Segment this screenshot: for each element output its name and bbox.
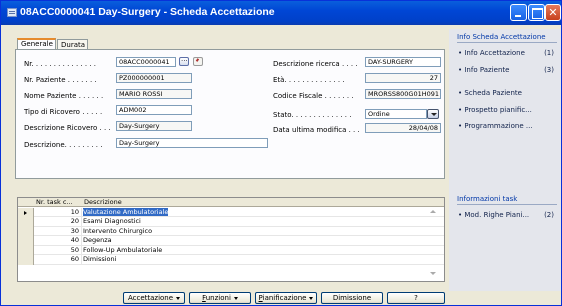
info-panel: Info Scheda Accettazione • Info Accettaz… (449, 29, 561, 291)
header-descrizione[interactable]: Descrizione (84, 198, 122, 207)
stato-label: Stato. . . . . . . . . . . . . . (273, 111, 352, 119)
table-row[interactable]: 20 Esami Diagnostici (18, 217, 444, 227)
maximize-button[interactable] (528, 4, 545, 21)
help-button[interactable]: ? (387, 292, 445, 304)
descrizione-ricovero-field[interactable]: Day-Surgery (116, 121, 192, 131)
info-scheda-divider (457, 42, 557, 43)
main-window: 08ACC0000041 Day-Surgery - Scheda Accett… (0, 0, 562, 306)
window-title: 08ACC0000041 Day-Surgery - Scheda Accett… (20, 6, 275, 18)
prospetto-pianificazione-label: • Prospetto pianific... (458, 106, 532, 114)
tipo-ricovero-label: Tipo di Ricovero . . . . . (24, 108, 103, 116)
nr-paziente-label: Nr. Paziente . . . . . . . (24, 76, 97, 84)
close-button[interactable]: ✕ (545, 4, 561, 21)
table-row[interactable]: 60 Dimissioni (18, 255, 444, 265)
info-accettazione-label: • Info Accettazione (458, 49, 525, 57)
info-paziente-count: (3) (544, 66, 554, 74)
grid-header: Nr. task c... Descrizione (18, 198, 444, 207)
nr-label: Nr. . . . . . . . . . . . . . . (24, 60, 96, 68)
chevron-down-icon (309, 296, 314, 300)
row-nr: 60 (34, 255, 82, 265)
info-accettazione-link[interactable]: • Info Accettazione (1) (458, 49, 560, 57)
dimissione-button[interactable]: Dimissione (321, 292, 383, 304)
nr-paziente-field[interactable]: PZ000000001 (116, 73, 192, 83)
programmazione-link[interactable]: • Programmazione ... (458, 122, 560, 130)
info-accettazione-count: (1) (544, 49, 554, 57)
app-icon (7, 8, 17, 17)
scroll-up-icon[interactable] (429, 209, 437, 215)
row-selector[interactable] (18, 255, 34, 265)
row-nr: 20 (34, 217, 82, 227)
eta-label: Età. . . . . . . . . . . . . . (273, 76, 345, 84)
row-selector[interactable] (18, 245, 34, 255)
info-paziente-label: • Info Paziente (458, 66, 510, 74)
header-nr-task[interactable]: Nr. task c... (36, 198, 73, 207)
minimize-button[interactable] (510, 4, 527, 21)
mod-righe-link[interactable]: • Mod. Righe Piani... (2) (458, 211, 560, 219)
table-row[interactable]: 10 Valutazione Ambulatoriale (18, 207, 444, 217)
funzioni-button[interactable]: Funzioni (189, 292, 251, 304)
data-modifica-label: Data ultima modifica . . . (273, 126, 360, 134)
descrizione-ricerca-label: Descrizione ricerca . . . . (273, 60, 358, 68)
scheda-paziente-link[interactable]: • Scheda Paziente (458, 89, 560, 97)
row-selector[interactable] (18, 217, 34, 227)
stato-select[interactable]: Ordine (365, 109, 427, 119)
row-nr: 10 (34, 207, 82, 217)
row-selector[interactable] (18, 236, 34, 246)
row-desc[interactable]: Intervento Chirurgico (82, 227, 422, 236)
scroll-down-icon[interactable] (429, 271, 437, 277)
row-desc[interactable]: Dimissioni (82, 255, 422, 264)
row-desc-text: Valutazione Ambulatoriale (83, 207, 169, 216)
row-selector[interactable] (18, 207, 34, 217)
tipo-ricovero-field[interactable]: ADM002 (116, 105, 192, 115)
data-modifica-field[interactable]: 28/04/08 (365, 123, 441, 133)
codice-fiscale-field[interactable]: MRORSS800G01H091 (365, 89, 441, 99)
info-scheda-title: Info Scheda Accettazione (457, 33, 546, 41)
title-bar[interactable]: 08ACC0000041 Day-Surgery - Scheda Accett… (1, 1, 561, 25)
row-nr: 40 (34, 236, 82, 246)
accettazione-label: Accettazione (127, 294, 174, 302)
descrizione-ricerca-field[interactable]: DAY-SURGERY (365, 57, 441, 67)
edit-button[interactable] (193, 57, 203, 66)
nr-field[interactable]: 08ACC0000041 (116, 57, 176, 67)
table-row[interactable]: 50 Follow-Up Ambulatoriale (18, 245, 444, 255)
prospetto-pianificazione-link[interactable]: • Prospetto pianific... (458, 106, 560, 114)
lookup-button[interactable] (179, 55, 189, 66)
funzioni-label: unzioni (205, 294, 231, 302)
row-nr: 50 (34, 245, 82, 255)
programmazione-label: • Programmazione ... (458, 122, 533, 130)
mod-righe-label: • Mod. Righe Piani... (458, 211, 530, 219)
nome-paziente-field[interactable]: MARIO ROSSI (116, 89, 192, 99)
row-desc[interactable]: Follow-Up Ambulatoriale (82, 246, 422, 255)
chevron-down-icon[interactable] (427, 109, 439, 119)
chevron-down-icon (176, 296, 181, 300)
current-row-icon (24, 210, 27, 215)
grid-scrollbar[interactable] (422, 207, 444, 281)
scheda-paziente-label: • Scheda Paziente (458, 89, 522, 97)
chevron-down-icon (233, 296, 238, 300)
codice-fiscale-label: Codice Fiscale . . . . . . . (273, 92, 354, 100)
row-desc[interactable]: Valutazione Ambulatoriale (82, 207, 422, 217)
pianificazione-label: ianificazione (262, 294, 307, 302)
pianificazione-button[interactable]: Pianificazione (255, 292, 317, 304)
eta-field[interactable]: 27 (365, 73, 441, 83)
table-row[interactable]: 30 Intervento Chirurgico (18, 226, 444, 236)
accettazione-button[interactable]: Accettazione (123, 292, 185, 304)
descrizione-field[interactable]: Day-Surgery (116, 138, 268, 148)
nome-paziente-label: Nome Paziente . . . . . . (24, 92, 104, 100)
row-selector[interactable] (18, 226, 34, 236)
descrizione-ricovero-label: Descrizione Ricovero . . . (24, 124, 111, 132)
info-task-divider (457, 204, 557, 205)
tab-durata[interactable]: Durata (57, 39, 88, 49)
row-desc[interactable]: Degenza (82, 236, 422, 245)
table-row[interactable]: 40 Degenza (18, 236, 444, 246)
row-desc[interactable]: Esami Diagnostici (82, 217, 422, 226)
info-task-title: Informazioni task (457, 195, 518, 203)
task-grid[interactable]: Nr. task c... Descrizione 10 Valutazione… (17, 197, 445, 282)
info-paziente-link[interactable]: • Info Paziente (3) (458, 66, 560, 74)
descrizione-label: Descrizione. . . . . . . . . (24, 141, 103, 149)
mod-righe-count: (2) (544, 211, 554, 219)
row-nr: 30 (34, 226, 82, 236)
